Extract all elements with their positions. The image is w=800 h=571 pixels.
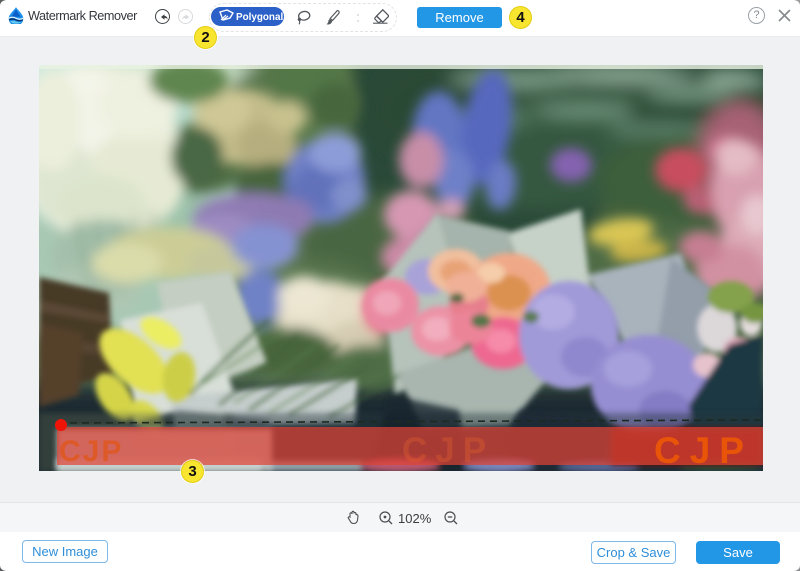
svg-text:CJP: CJP [402,431,494,470]
svg-text:CJP: CJP [654,430,753,471]
svg-text:CJP: CJP [59,435,123,468]
